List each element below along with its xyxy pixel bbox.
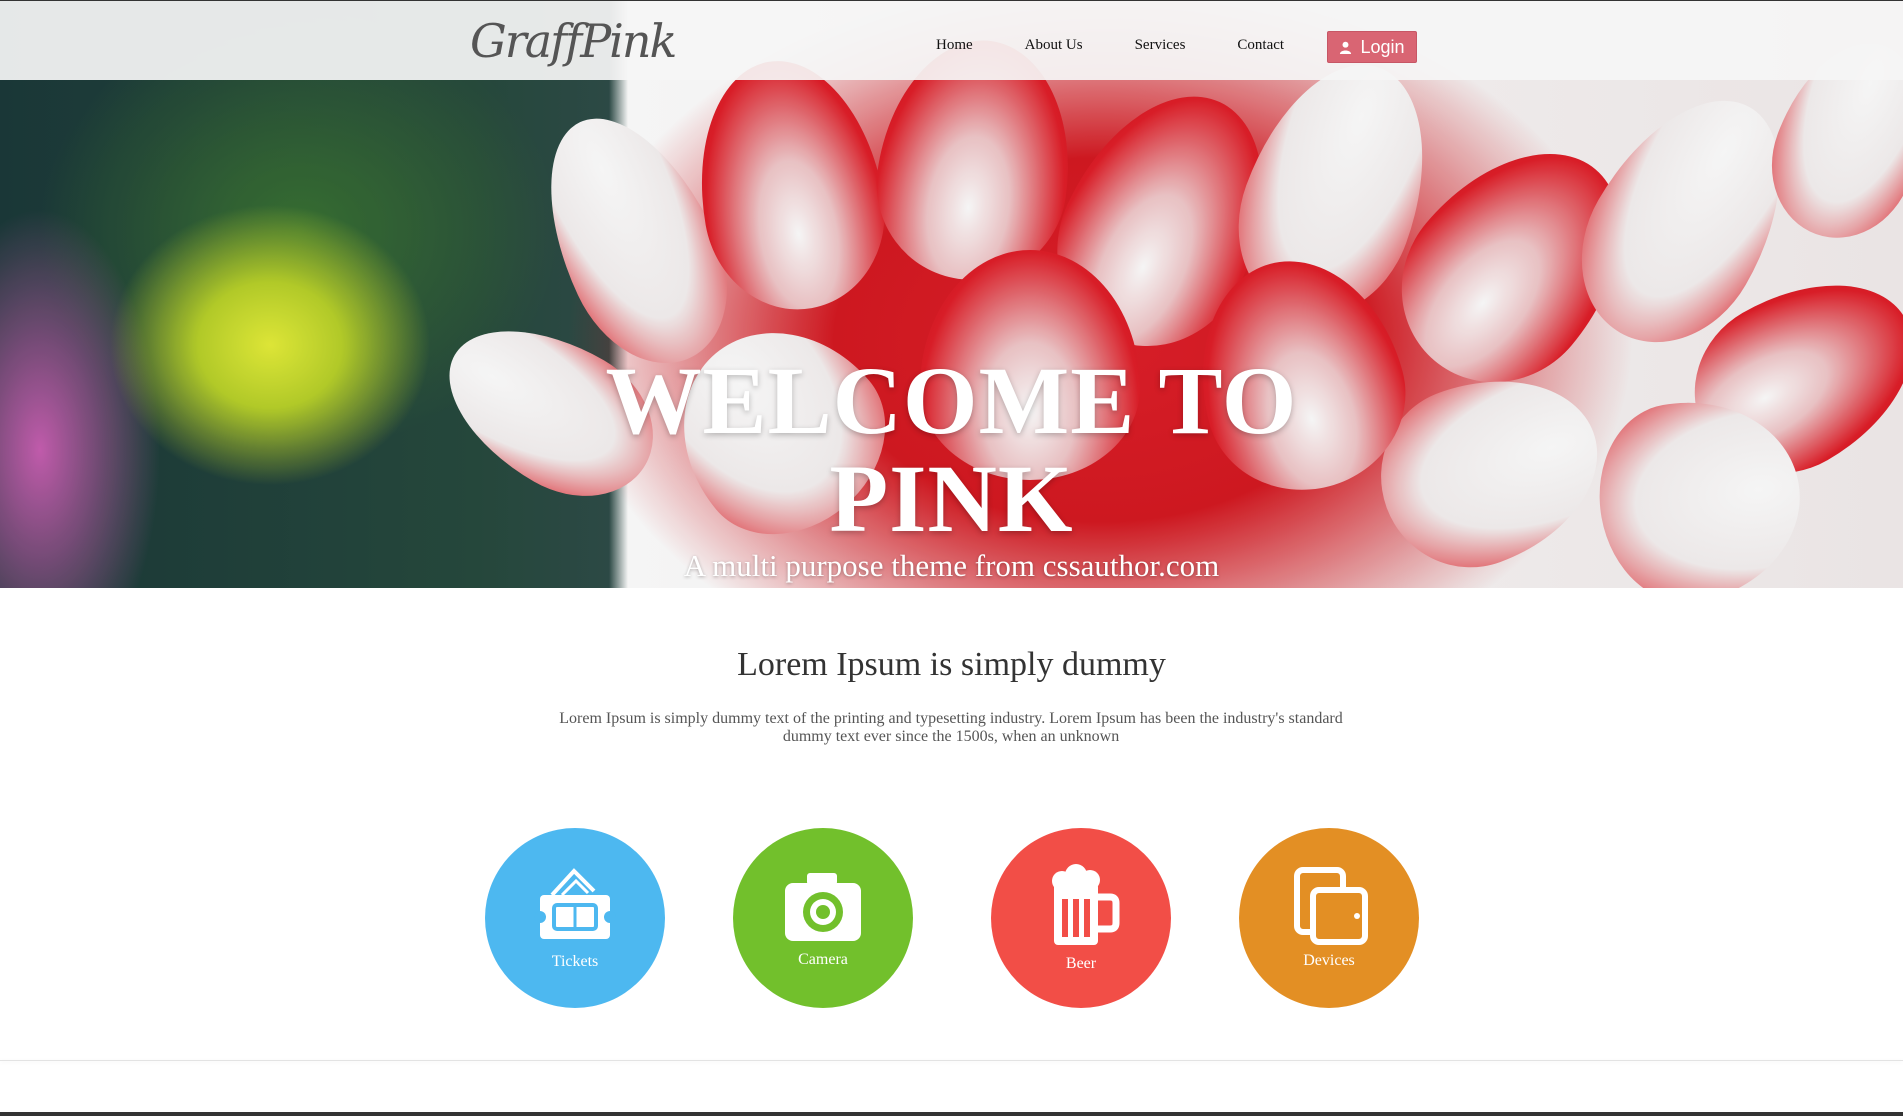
feature-label-camera: Camera [798, 951, 848, 968]
intro-text: Lorem Ipsum is simply dummy text of the … [559, 710, 1343, 745]
camera-icon [785, 873, 861, 941]
user-icon [1340, 41, 1352, 54]
devices-icon [1294, 867, 1368, 945]
hero-title-line2: PINK [829, 445, 1074, 552]
site-logo[interactable]: GraffPink [470, 15, 677, 67]
feature-tickets[interactable]: Tickets [485, 828, 665, 1008]
feature-label-devices: Devices [1303, 952, 1355, 969]
bottom-bar [0, 1112, 1903, 1116]
hero-title-line1: WELCOME TO [605, 347, 1298, 454]
nav-home[interactable]: Home [936, 37, 973, 54]
beer-icon [1052, 864, 1120, 945]
hero-banner: WELCOME TO PINK A multi purpose theme fr… [0, 0, 1903, 588]
hero-title: WELCOME TO PINK [500, 352, 1403, 548]
main-nav: Home About Us Services Contact [936, 37, 1336, 54]
nav-about-us[interactable]: About Us [1025, 37, 1083, 54]
feature-beer[interactable]: Beer [991, 828, 1171, 1008]
tickets-icon [534, 868, 616, 939]
nav-contact[interactable]: Contact [1237, 37, 1284, 54]
intro-heading: Lorem Ipsum is simply dummy [737, 646, 1166, 683]
login-button[interactable]: Login [1327, 31, 1417, 63]
feature-label-tickets: Tickets [551, 953, 599, 970]
hero-subtitle: A multi purpose theme from cssauthor.com [683, 548, 1220, 583]
top-navbar: GraffPink Home About Us Services Contact… [0, 0, 1903, 80]
login-label: Login [1360, 36, 1405, 57]
feature-label-beer: Beer [1065, 955, 1097, 972]
section-divider [0, 1060, 1903, 1061]
nav-services[interactable]: Services [1135, 37, 1186, 54]
feature-camera[interactable]: Camera [733, 828, 913, 1008]
feature-devices[interactable]: Devices [1239, 828, 1419, 1008]
